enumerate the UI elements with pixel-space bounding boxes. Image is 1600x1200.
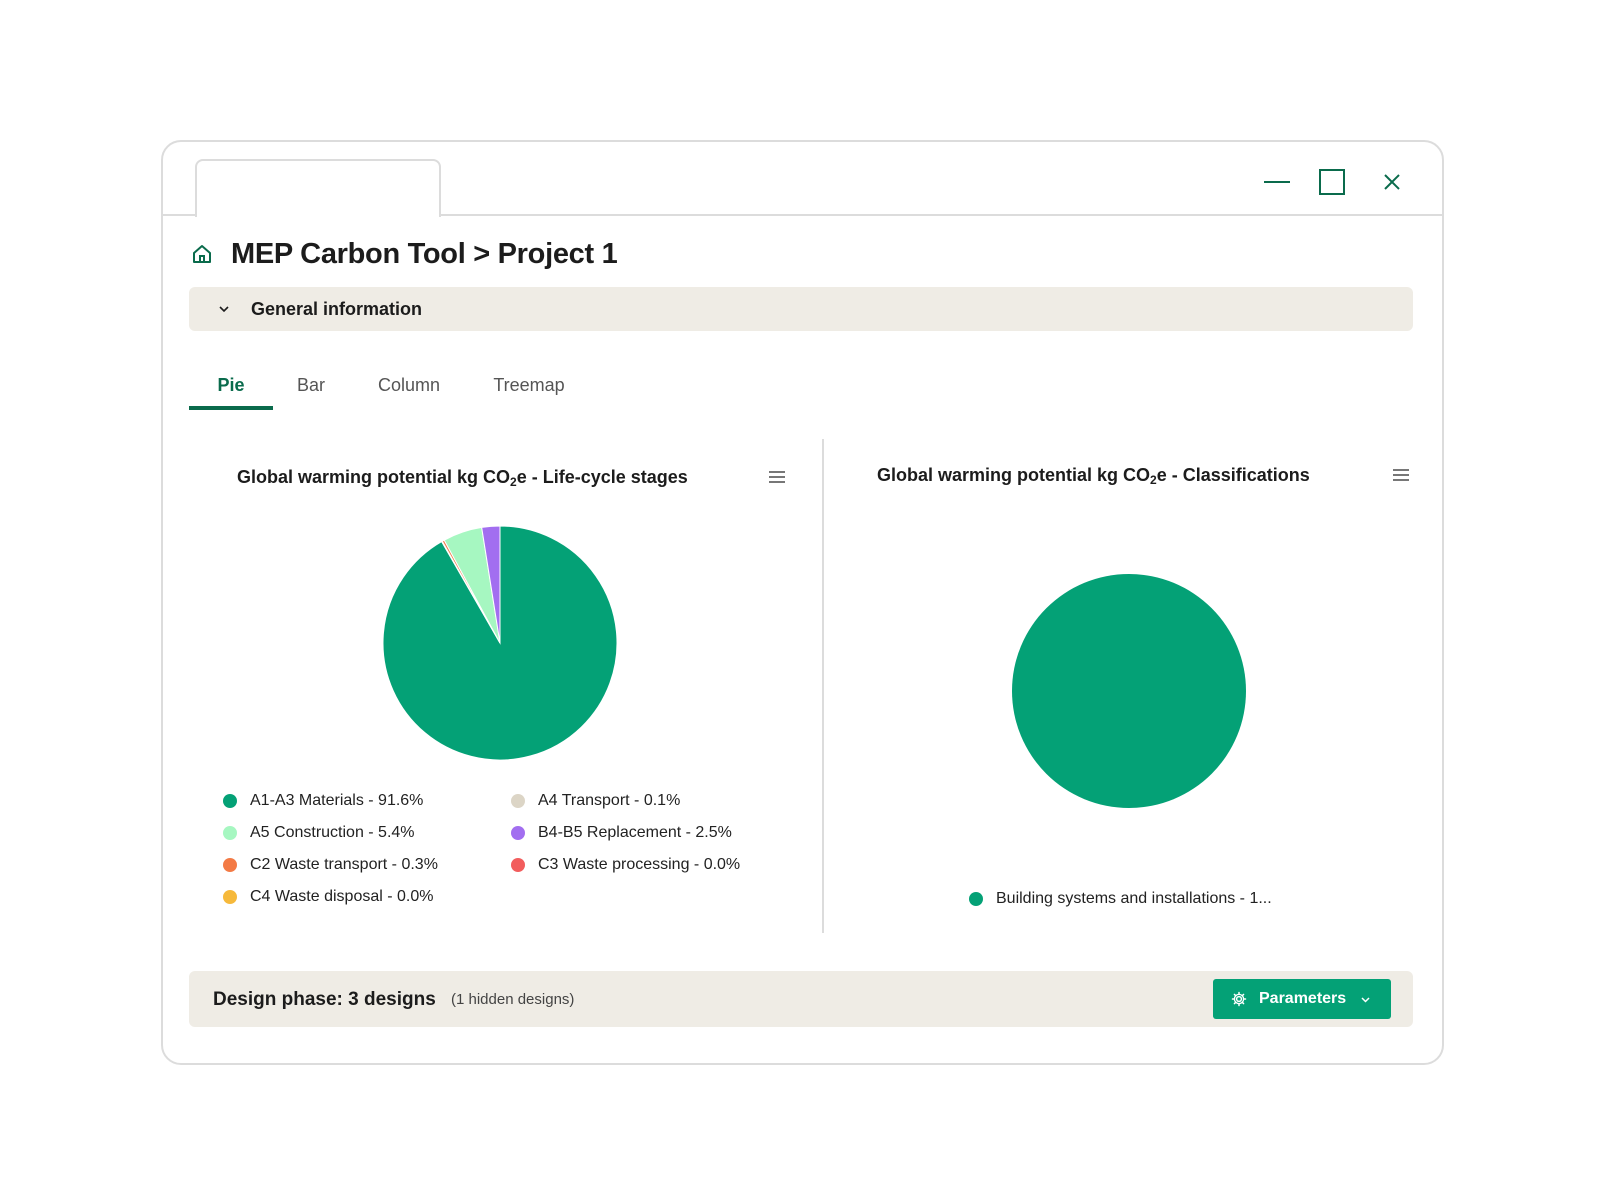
- legend-item[interactable]: A1-A3 Materials - 91.6%: [223, 792, 423, 810]
- maximize-icon[interactable]: [1314, 164, 1350, 200]
- app-window: MEP Carbon Tool > Project 1 General info…: [161, 140, 1444, 1065]
- design-phase-bar: Design phase: 3 designs (1 hidden design…: [189, 971, 1413, 1027]
- legend-label: A5 Construction - 5.4%: [250, 824, 415, 841]
- parameters-button[interactable]: Parameters: [1213, 979, 1391, 1019]
- legend-dot-icon: [511, 826, 525, 840]
- breadcrumb: MEP Carbon Tool > Project 1: [191, 234, 618, 274]
- chart-divider: [822, 439, 824, 933]
- tab-bar[interactable]: Bar: [281, 360, 341, 410]
- tab-column[interactable]: Column: [364, 360, 454, 410]
- pie-chart-classifications: [1012, 574, 1246, 808]
- legend-label: C2 Waste transport - 0.3%: [250, 856, 438, 873]
- chart-title-life-cycle: Global warming potential kg CO2e - Life-…: [237, 467, 688, 489]
- chevron-down-icon: [219, 306, 229, 313]
- legend-item[interactable]: C3 Waste processing - 0.0%: [511, 856, 740, 874]
- legend-item[interactable]: C2 Waste transport - 0.3%: [223, 856, 438, 874]
- legend-label: B4-B5 Replacement - 2.5%: [538, 824, 732, 841]
- legend-label: Building systems and installations - 1..…: [996, 890, 1272, 907]
- page-title: MEP Carbon Tool > Project 1: [231, 237, 618, 270]
- legend-item[interactable]: Building systems and installations - 1..…: [969, 890, 1272, 908]
- chart-menu-icon[interactable]: [1392, 468, 1410, 482]
- home-icon[interactable]: [191, 243, 213, 265]
- title-bar: [163, 142, 1442, 217]
- tab-treemap[interactable]: Treemap: [479, 360, 579, 410]
- legend-item[interactable]: A5 Construction - 5.4%: [223, 824, 415, 842]
- window-tab[interactable]: [195, 159, 441, 217]
- general-information-label: General information: [251, 298, 423, 319]
- legend-item[interactable]: C4 Waste disposal - 0.0%: [223, 888, 433, 906]
- legend-item[interactable]: A4 Transport - 0.1%: [511, 792, 680, 810]
- legend-dot-icon: [223, 890, 237, 904]
- legend-dot-icon: [223, 794, 237, 808]
- legend-label: A1-A3 Materials - 91.6%: [250, 792, 424, 809]
- chart-menu-icon[interactable]: [768, 470, 786, 484]
- legend-item[interactable]: B4-B5 Replacement - 2.5%: [511, 824, 732, 842]
- legend-dot-icon: [511, 858, 525, 872]
- legend-dot-icon: [223, 858, 237, 872]
- chart-title-classifications: Global warming potential kg CO2e - Class…: [877, 465, 1310, 487]
- design-phase-title: Design phase: 3 designs: [213, 989, 436, 1010]
- legend-dot-icon: [223, 826, 237, 840]
- gear-icon: [1231, 991, 1247, 1007]
- chevron-down-icon: [1361, 996, 1370, 1003]
- parameters-label: Parameters: [1259, 990, 1347, 1007]
- general-information-section[interactable]: General information: [189, 287, 1413, 331]
- tab-pie[interactable]: Pie: [189, 360, 273, 410]
- legend-dot-icon: [969, 892, 983, 906]
- pie-chart-life-cycle: [382, 525, 618, 761]
- legend-dot-icon: [511, 794, 525, 808]
- pie-slice-building-systems-and-installations-1[interactable]: [1012, 574, 1246, 808]
- legend-label: C4 Waste disposal - 0.0%: [250, 888, 434, 905]
- minimize-icon[interactable]: [1259, 164, 1295, 200]
- legend-label: C3 Waste processing - 0.0%: [538, 856, 741, 873]
- legend-label: A4 Transport - 0.1%: [538, 792, 681, 809]
- close-icon[interactable]: [1374, 164, 1410, 200]
- hidden-designs-note: (1 hidden designs): [451, 991, 575, 1008]
